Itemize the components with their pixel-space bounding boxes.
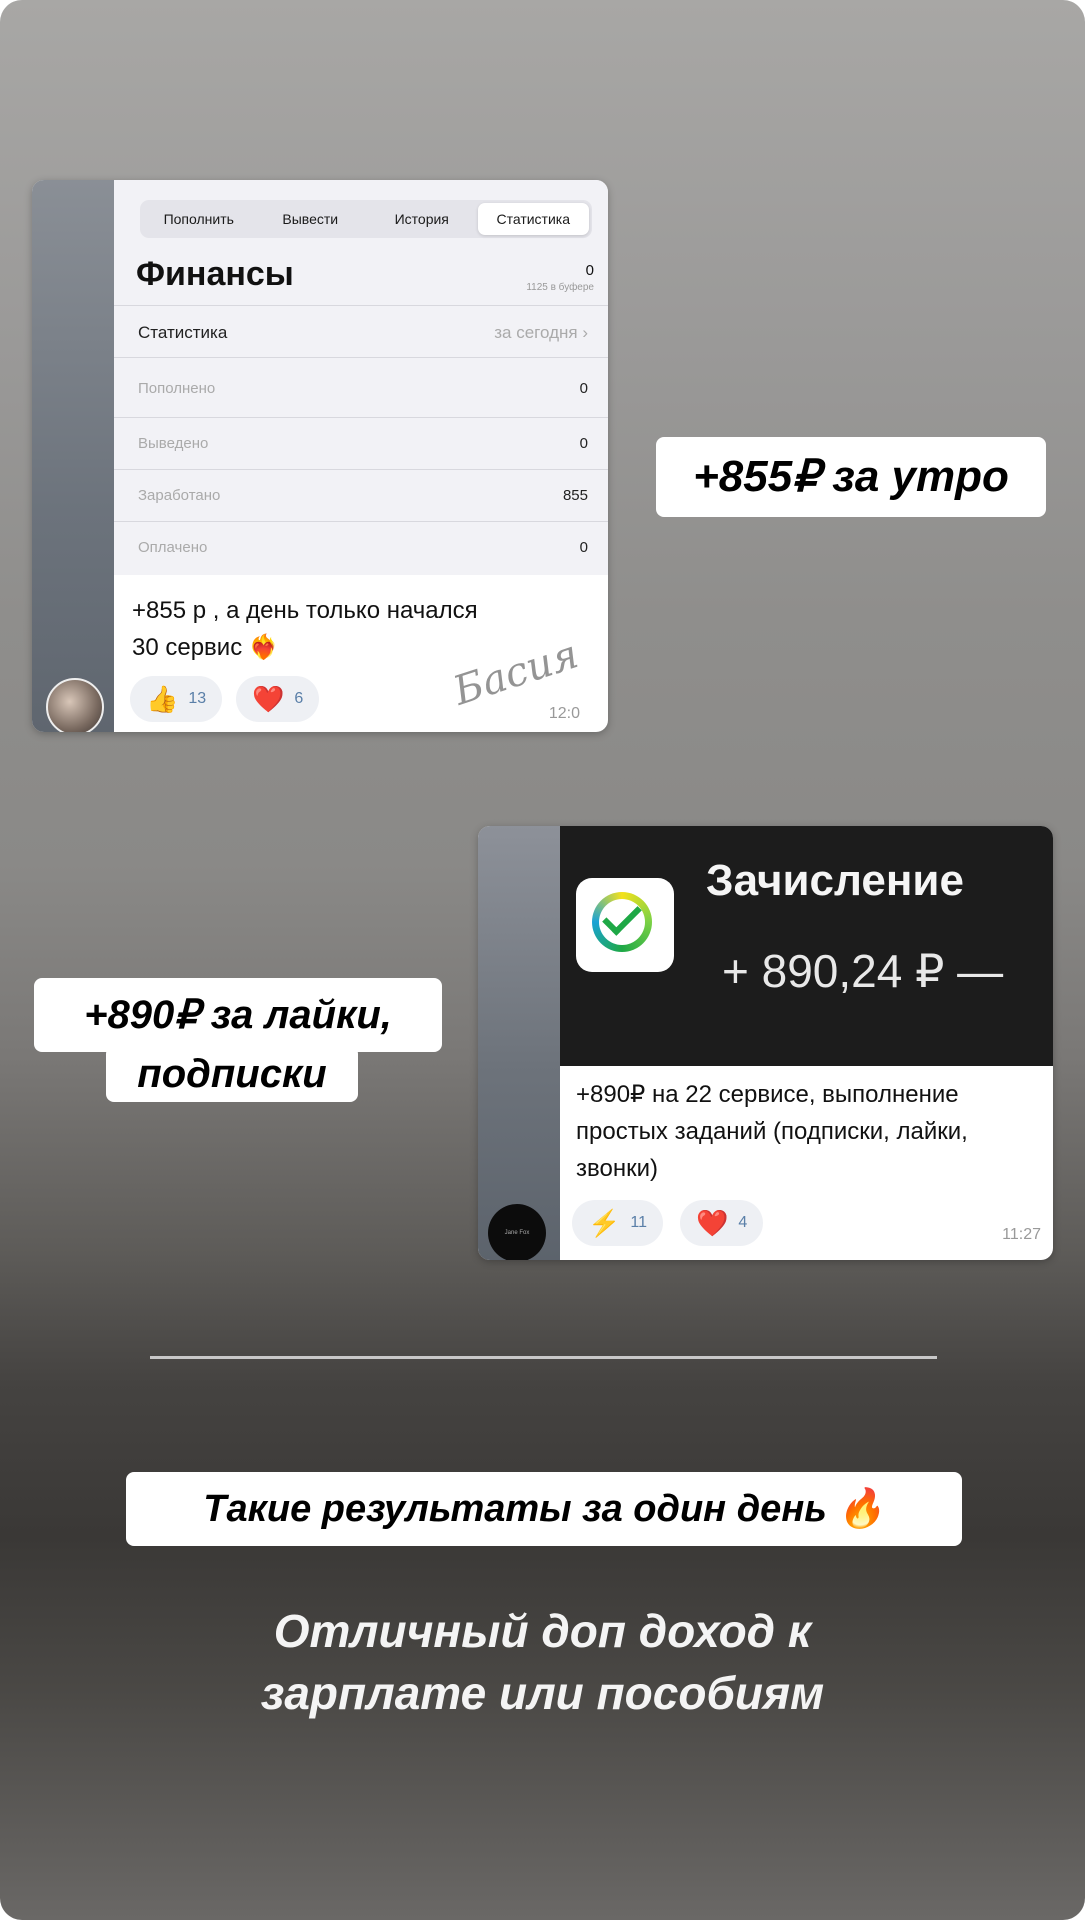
message-time: 11:27: [1002, 1226, 1041, 1243]
heart-on-fire-icon: ❤️‍🔥: [248, 634, 279, 661]
stats-period-row[interactable]: Статистика за сегодня ›: [114, 305, 608, 357]
caption-likes-line2: подписки: [106, 1046, 358, 1102]
chevron-right-icon: ›: [582, 323, 588, 342]
stat-row-deposited: Пополнено 0: [114, 357, 608, 417]
finance-panel: Пополнить Вывести История Статистика Фин…: [114, 180, 608, 575]
heart-icon: ❤️: [696, 1207, 729, 1238]
deposit-screenshot: Jane Fox Зачисление + 890,24 ₽ — +890₽ н…: [478, 826, 1053, 1260]
buffer-text: 1125 в буфере: [526, 282, 594, 293]
tab-history[interactable]: История: [366, 203, 478, 235]
tab-statistics[interactable]: Статистика: [477, 203, 589, 235]
caption-results: Такие результаты за один день 🔥: [126, 1472, 962, 1546]
chat-sidebar: [478, 826, 560, 1260]
divider: [150, 1356, 937, 1359]
stats-label: Статистика: [138, 323, 228, 342]
banner-amount: + 890,24 ₽ —: [722, 945, 1004, 997]
reaction-count: 11: [630, 1214, 647, 1231]
reaction-like[interactable]: 👍 13: [130, 676, 223, 722]
stat-label: Оплачено: [138, 539, 208, 556]
stat-label: Заработано: [138, 487, 221, 504]
heart-icon: ❤️: [252, 683, 285, 714]
stat-label: Выведено: [138, 435, 209, 452]
chat-sidebar: [32, 180, 114, 732]
message-time: 12:0: [548, 705, 580, 722]
avatar: [46, 678, 104, 732]
tab-bar: Пополнить Вывести История Статистика: [140, 200, 592, 238]
reaction-count: 13: [188, 690, 207, 707]
reaction-heart[interactable]: ❤️ 4: [680, 1200, 764, 1246]
reaction-heart[interactable]: ❤️ 6: [236, 676, 320, 722]
thumbs-up-icon: 👍: [146, 683, 179, 714]
message-text: +890₽ на 22 сервисе, выполнение простых …: [576, 1081, 968, 1182]
stat-value: 0: [579, 380, 588, 397]
caption-morning: +855₽ за утро: [656, 437, 1046, 517]
stat-value: 0: [579, 539, 588, 556]
reaction-count: 6: [294, 690, 304, 707]
stat-row-paid: Оплачено 0: [114, 521, 608, 573]
sber-logo-icon: [576, 878, 674, 972]
bottom-text: Отличный доп доход к зарплате или пособи…: [260, 1605, 825, 1719]
finance-screenshot: Пополнить Вывести История Статистика Фин…: [32, 180, 608, 732]
tab-deposit[interactable]: Пополнить: [143, 203, 255, 235]
stat-value: 0: [579, 435, 588, 452]
caption-likes-line1: +890₽ за лайки,: [34, 978, 442, 1052]
deposit-banner: Зачисление + 890,24 ₽ —: [560, 826, 1053, 1066]
reaction-lightning[interactable]: ⚡ 11: [572, 1200, 663, 1246]
avatar: Jane Fox: [488, 1204, 546, 1260]
stat-label: Пополнено: [138, 380, 216, 397]
tab-withdraw[interactable]: Вывести: [255, 203, 367, 235]
page-title: Финансы: [136, 255, 294, 293]
banner-title: Зачисление: [706, 856, 964, 905]
balance-value: 0: [585, 262, 594, 279]
lightning-icon: ⚡: [588, 1207, 621, 1238]
reaction-count: 4: [738, 1214, 748, 1231]
stat-row-withdrawn: Выведено 0: [114, 417, 608, 469]
stat-value: 855: [562, 487, 588, 504]
stat-row-earned: Заработано 855: [114, 469, 608, 521]
stats-period: за сегодня ›: [494, 323, 588, 342]
story-canvas: Пополнить Вывести История Статистика Фин…: [0, 0, 1085, 1920]
